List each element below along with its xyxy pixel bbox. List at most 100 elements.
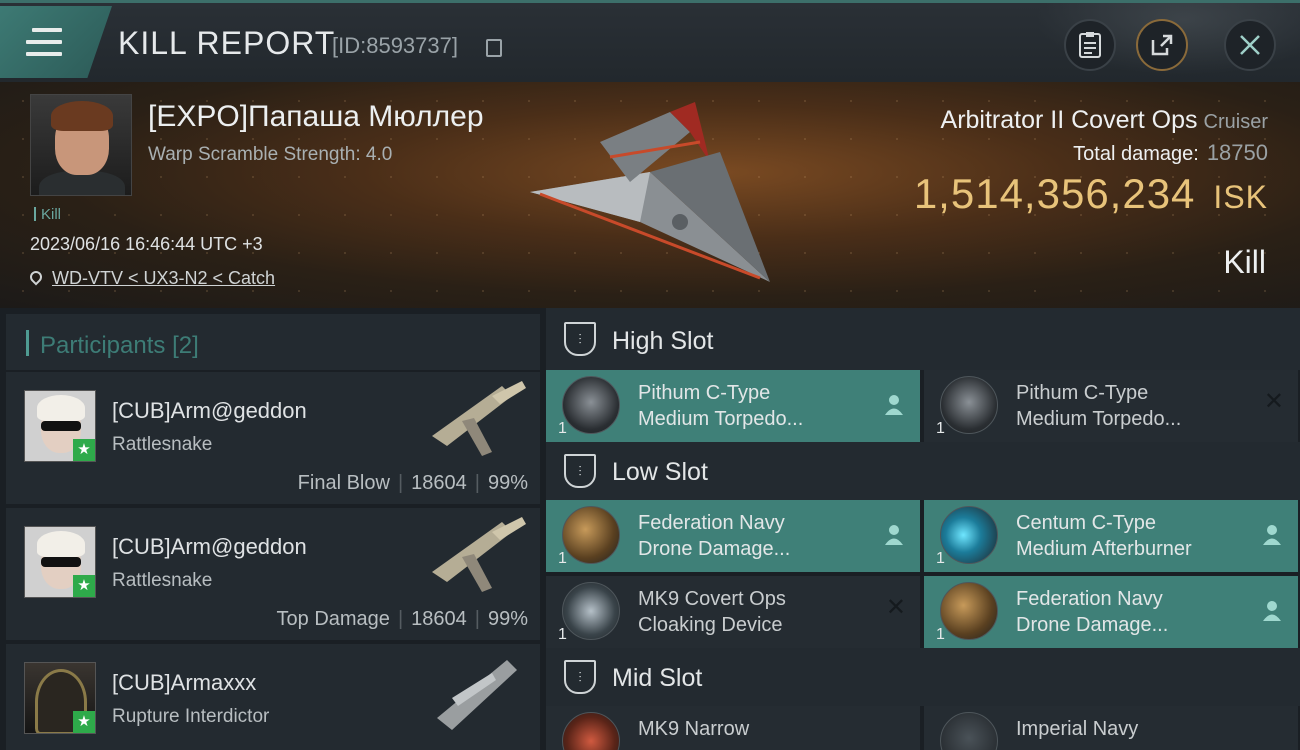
participant-ship-image: [437, 660, 517, 730]
module-quantity: 1: [558, 626, 567, 643]
participant-damage: 18604: [411, 608, 467, 630]
participants-label: Participants: [40, 332, 166, 359]
high-slot-icon: ⫶: [564, 322, 596, 356]
module-name: MK9 Narrow: [638, 718, 750, 740]
destroyed-x-icon: ✕: [1263, 388, 1284, 415]
module-name: Pithum C-Type: [1016, 382, 1149, 404]
clipboard-button[interactable]: [1064, 19, 1116, 71]
afterburner-icon: [940, 506, 998, 564]
module-name-line2: Drone Damage...: [1016, 614, 1169, 636]
top-bar: KILL REPORT [ID:8593737]: [0, 0, 1300, 85]
module-item[interactable]: 1 Federation Navy Drone Damage...: [546, 500, 920, 572]
victim-subtitle: Warp Scramble Strength: 4.0: [148, 144, 393, 165]
star-badge-icon: ★: [73, 711, 95, 733]
close-button[interactable]: [1224, 19, 1276, 71]
module-name: Federation Navy: [1016, 588, 1163, 610]
participant-role: Final Blow: [297, 472, 390, 494]
low-slot-icon: ⫶: [564, 454, 596, 488]
participant-name: [CUB]Arm@geddon: [112, 534, 307, 559]
module-item[interactable]: 1 Pithum C-Type Medium Torpedo...: [546, 370, 920, 442]
module-name-line2: Drone Damage...: [638, 538, 791, 560]
dropped-person-icon: [1263, 525, 1281, 545]
participants-count: [2]: [172, 332, 199, 359]
high-slot-header: ⫶ High Slot: [546, 308, 1300, 370]
torpedo-launcher-icon: [562, 376, 620, 434]
kill-datetime: 2023/06/16 16:46:44 UTC +3: [30, 234, 263, 254]
dropped-person-icon: [1263, 601, 1281, 621]
participant-ship: Rupture Interdictor: [112, 706, 270, 727]
participant-name: [CUB]Arm@geddon: [112, 398, 307, 423]
participant-ship-image: [432, 381, 526, 456]
participant-row[interactable]: ★ [CUB]Arm@geddon Rattlesnake Final Blow…: [6, 370, 540, 504]
module-name: Centum C-Type: [1016, 512, 1157, 534]
copy-icon[interactable]: [486, 39, 502, 57]
participant-row[interactable]: ★ [CUB]Arm@geddon Rattlesnake Top Damage…: [6, 506, 540, 640]
module-quantity: 1: [936, 420, 945, 437]
module-item[interactable]: 1 Federation Navy Drone Damage...: [924, 576, 1298, 648]
module-name-line2: Medium Afterburner: [1016, 538, 1192, 560]
participant-ship: Rattlesnake: [112, 570, 213, 591]
module-item[interactable]: Imperial Navy: [924, 706, 1298, 750]
module-name: MK9 Covert Ops: [638, 588, 786, 610]
module-item[interactable]: MK9 Narrow: [546, 706, 920, 750]
module-name: Imperial Navy: [1016, 718, 1139, 740]
sensor-module-icon: [562, 712, 620, 750]
participant-damage: 18604: [411, 472, 467, 494]
module-name-line2: Medium Torpedo...: [1016, 408, 1182, 430]
clipboard-icon: [1079, 32, 1101, 58]
participant-avatar[interactable]: ★: [24, 662, 96, 734]
isk-value: 1,514,356,234 ISK: [913, 170, 1268, 217]
participant-stats: Final Blow | 18604 | 99%: [297, 472, 528, 494]
ship-class: Cruiser: [1203, 111, 1268, 133]
location-pin-icon: [27, 268, 45, 286]
participant-percent: 99%: [487, 472, 528, 494]
mid-slot-header: ⫶ Mid Slot: [546, 648, 1300, 706]
participant-ship-image: [432, 517, 526, 592]
module-icon: [940, 712, 998, 750]
close-icon: [1240, 35, 1260, 55]
mid-slot-icon: ⫶: [564, 660, 596, 694]
isk-unit: ISK: [1213, 179, 1268, 215]
module-quantity: 1: [558, 550, 567, 567]
menu-button[interactable]: [0, 6, 112, 78]
module-quantity: 1: [936, 550, 945, 567]
fitting-panel: ⫶ High Slot 1 Pithum C-Type Medium Torpe…: [546, 308, 1300, 750]
victim-name[interactable]: [EXPO]Папаша Мюллер: [148, 100, 484, 134]
dropped-person-icon: [885, 525, 903, 545]
total-damage: Total damage: 18750: [1073, 140, 1268, 165]
victim-avatar[interactable]: [30, 94, 132, 196]
module-item[interactable]: 1 Centum C-Type Medium Afterburner: [924, 500, 1298, 572]
low-slot-header: ⫶ Low Slot: [546, 442, 1300, 500]
module-quantity: 1: [936, 626, 945, 643]
participant-name: [CUB]Armaxxx: [112, 670, 257, 695]
location-link[interactable]: WD-VTV < UX3-N2 < Catch: [52, 268, 275, 288]
participant-role: Top Damage: [276, 608, 390, 630]
kill-result: Kill: [1223, 244, 1266, 280]
participant-avatar[interactable]: ★: [24, 526, 96, 598]
participant-avatar[interactable]: ★: [24, 390, 96, 462]
participants-header: Participants [2]: [6, 314, 540, 370]
module-name-line2: Cloaking Device: [638, 614, 783, 636]
participant-ship: Rattlesnake: [112, 434, 213, 455]
cloaking-device-icon: [562, 582, 620, 640]
victim-ship-image: [530, 102, 770, 282]
drone-damage-module-icon: [562, 506, 620, 564]
page-title: KILL REPORT: [118, 25, 336, 61]
victim-banner: [EXPO]Папаша Мюллер Warp Scramble Streng…: [0, 82, 1300, 308]
participant-stats: Top Damage | 18604 | 99%: [276, 608, 528, 630]
torpedo-launcher-icon: [940, 376, 998, 434]
module-item[interactable]: 1 Pithum C-Type Medium Torpedo... ✕: [924, 370, 1298, 442]
victim-ship-name[interactable]: Arbitrator II Covert Ops Cruiser: [941, 106, 1268, 135]
module-name: Pithum C-Type: [638, 382, 771, 404]
module-name-line2: Medium Torpedo...: [638, 408, 804, 430]
share-button[interactable]: [1136, 19, 1188, 71]
kill-location[interactable]: WD-VTV < UX3-N2 < Catch: [27, 268, 275, 289]
module-item[interactable]: 1 MK9 Covert Ops Cloaking Device ✕: [546, 576, 920, 648]
hamburger-icon: [26, 28, 62, 58]
participant-row[interactable]: ★ [CUB]Armaxxx Rupture Interdictor: [6, 642, 540, 750]
drone-damage-module-icon: [940, 582, 998, 640]
star-badge-icon: ★: [73, 439, 95, 461]
mid-slot-title: Mid Slot: [612, 664, 703, 692]
kill-tag: Kill: [34, 206, 61, 223]
dropped-person-icon: [885, 395, 903, 415]
